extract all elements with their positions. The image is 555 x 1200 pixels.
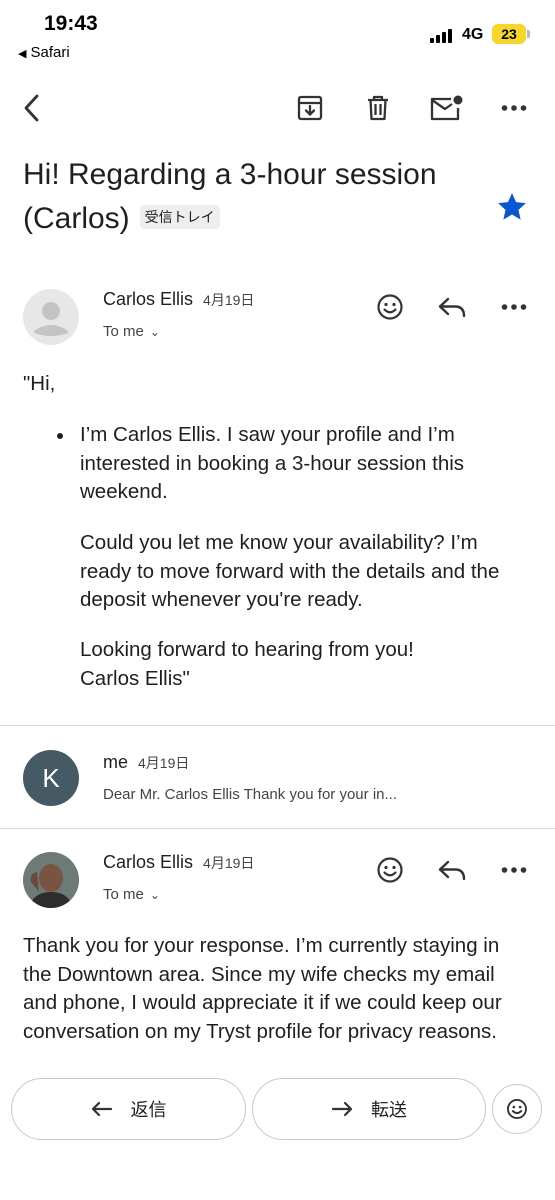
reply-action-button[interactable]: 返信 bbox=[11, 1078, 246, 1140]
sender-line: Carlos Ellis 4月19日 bbox=[103, 852, 254, 873]
avatar[interactable] bbox=[23, 289, 79, 345]
forward-action-button[interactable]: 転送 bbox=[252, 1078, 486, 1140]
sender-name: Carlos Ellis bbox=[103, 289, 194, 309]
archive-button[interactable] bbox=[290, 88, 330, 128]
message-header: Carlos Ellis 4月19日 To me ⌄ bbox=[0, 289, 555, 353]
message-greeting: "Hi, bbox=[23, 372, 56, 395]
sender-line: me 4月19日 bbox=[103, 752, 189, 773]
message-header: Carlos Ellis 4月19日 To me ⌄ bbox=[0, 852, 555, 916]
message-paragraph: Could you let me know your availability?… bbox=[80, 531, 500, 611]
closing-line: Looking forward to hearing from you! bbox=[80, 638, 414, 661]
reply-arrow-icon bbox=[91, 1101, 112, 1117]
sender-line: Carlos Ellis 4月19日 bbox=[103, 289, 254, 310]
archive-icon bbox=[297, 95, 323, 121]
profile-photo-avatar bbox=[23, 852, 79, 908]
star-icon bbox=[498, 193, 526, 220]
more-horizontal-icon bbox=[501, 105, 527, 111]
add-reaction-button[interactable] bbox=[372, 289, 408, 325]
trash-icon bbox=[368, 95, 388, 121]
battery-icon: 23 bbox=[492, 24, 526, 44]
message-body: Thank you for your response. I’m current… bbox=[23, 934, 502, 1043]
bullet-point bbox=[57, 433, 63, 439]
avatar[interactable] bbox=[23, 852, 79, 908]
bottom-action-bar: 返信 転送 bbox=[0, 1066, 555, 1200]
forward-label: 転送 bbox=[371, 1100, 407, 1120]
message-date: 4月19日 bbox=[138, 755, 190, 771]
battery-cap bbox=[527, 30, 530, 38]
sender-name: Carlos Ellis bbox=[103, 852, 194, 872]
email-subject: Hi! Regarding a 3-hour session (Carlos) 受… bbox=[23, 153, 473, 241]
message-date: 4月19日 bbox=[203, 292, 255, 308]
recipient-text: To me bbox=[103, 886, 144, 903]
subject-text: Hi! Regarding a 3-hour session (Carlos) bbox=[23, 158, 437, 235]
smiley-icon bbox=[377, 294, 403, 320]
chevron-left-icon bbox=[24, 94, 39, 122]
reply-button[interactable] bbox=[434, 852, 470, 888]
recipient-text: To me bbox=[103, 323, 144, 340]
divider bbox=[0, 828, 555, 829]
reply-label: 返信 bbox=[130, 1100, 167, 1120]
reply-button[interactable] bbox=[434, 289, 470, 325]
status-time: 19:43 bbox=[44, 12, 98, 35]
back-to-app-link[interactable]: ◀ Safari bbox=[18, 44, 70, 61]
inbox-label-chip[interactable]: 受信トレイ bbox=[139, 205, 220, 230]
back-button[interactable] bbox=[12, 88, 52, 128]
signature-line: Carlos Ellis" bbox=[80, 666, 190, 690]
signal-strength-icon bbox=[430, 29, 455, 43]
chevron-down-icon: ⌄ bbox=[149, 888, 160, 902]
network-type: 4G bbox=[462, 26, 484, 43]
emoji-reaction-button[interactable] bbox=[492, 1084, 542, 1134]
forward-arrow-icon bbox=[331, 1101, 353, 1117]
smiley-icon bbox=[377, 857, 403, 883]
message-date: 4月19日 bbox=[203, 855, 255, 871]
chevron-down-icon: ⌄ bbox=[149, 325, 160, 339]
message-closing: Looking forward to hearing from you! Car… bbox=[80, 636, 530, 693]
message-bullet-text: I’m Carlos Ellis. I saw your profile and… bbox=[80, 423, 465, 503]
email-toolbar bbox=[0, 80, 555, 136]
collapsed-message[interactable]: K me 4月19日 Dear Mr. Carlos Ellis Thank yo… bbox=[0, 730, 555, 826]
more-options-button[interactable] bbox=[494, 88, 534, 128]
message-more-button[interactable] bbox=[496, 852, 532, 888]
more-horizontal-icon bbox=[501, 867, 527, 873]
recipient-toggle[interactable]: To me ⌄ bbox=[103, 323, 160, 340]
reply-arrow-icon bbox=[438, 297, 466, 318]
reply-arrow-icon bbox=[438, 860, 466, 881]
back-triangle-icon: ◀ bbox=[18, 48, 27, 60]
delete-button[interactable] bbox=[358, 88, 398, 128]
default-person-avatar-icon bbox=[23, 289, 79, 345]
battery-level: 23 bbox=[501, 26, 517, 42]
sender-name: me bbox=[103, 752, 129, 772]
status-bar: 19:43 ◀ Safari 4G 23 bbox=[0, 0, 555, 70]
message-more-button[interactable] bbox=[496, 289, 532, 325]
recipient-toggle[interactable]: To me ⌄ bbox=[103, 886, 160, 903]
star-button[interactable] bbox=[495, 190, 529, 224]
mark-unread-mail-icon bbox=[430, 95, 463, 121]
add-reaction-button[interactable] bbox=[372, 852, 408, 888]
avatar: K bbox=[23, 750, 79, 806]
smiley-icon bbox=[507, 1099, 527, 1119]
divider bbox=[0, 725, 555, 726]
more-horizontal-icon bbox=[501, 304, 527, 310]
back-app-label: Safari bbox=[30, 44, 70, 61]
mark-unread-button[interactable] bbox=[426, 88, 466, 128]
message-snippet: Dear Mr. Carlos Ellis Thank you for your… bbox=[103, 786, 397, 803]
